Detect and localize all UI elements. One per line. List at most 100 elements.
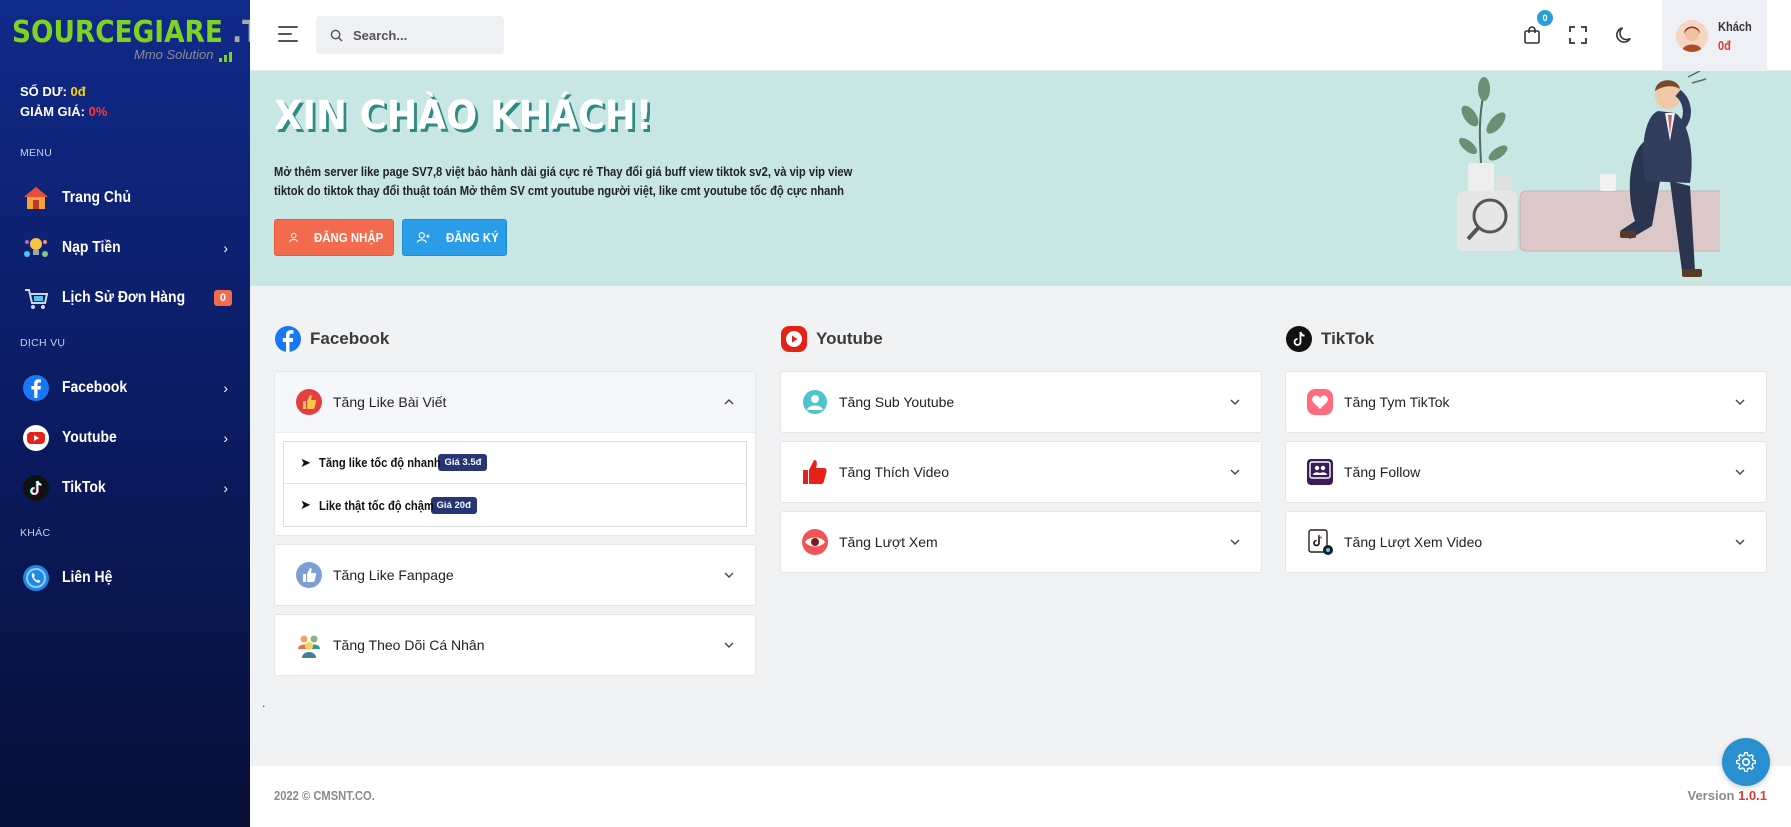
- sidebar-item-contact[interactable]: Liên Hệ: [22, 558, 232, 598]
- user-circle-icon: [801, 388, 829, 416]
- deposit-icon: [22, 234, 50, 262]
- chevron-down-icon: [1735, 469, 1745, 475]
- dark-mode-button[interactable]: [1613, 24, 1635, 46]
- people-group-icon: [295, 631, 323, 659]
- service-card-views: Tăng Lượt Xem: [780, 511, 1262, 573]
- sub-service-label: Like thật tốc độ chậm: [318, 497, 434, 513]
- service-card-tiktok-follow: Tăng Follow: [1285, 441, 1767, 503]
- fullscreen-icon: [1569, 26, 1587, 44]
- welcome-title: XIN CHÀO KHÁCH!: [274, 93, 653, 139]
- chevron-up-icon: [724, 399, 734, 405]
- tiktok-video-icon: [1306, 528, 1334, 556]
- column-title: Youtube: [816, 329, 883, 348]
- tiktok-column: TikTok Tăng Tym TikTok Tăng Follow Tăng …: [1285, 325, 1767, 581]
- service-card-label: Tăng Thích Video: [839, 464, 950, 480]
- balance-value: 0đ: [70, 84, 86, 99]
- sidebar-item-facebook[interactable]: Facebook ›: [22, 368, 232, 408]
- service-card-label: Tăng Lượt Xem: [839, 534, 938, 550]
- discount-label: GIẢM GIÁ:: [20, 104, 85, 119]
- chevron-right-icon: ›: [223, 480, 228, 496]
- chevron-right-icon: ›: [223, 430, 228, 446]
- youtube-column: Youtube Tăng Sub Youtube Tăng Thích Vide…: [780, 325, 1262, 581]
- price-badge: Giá 20đ: [430, 496, 477, 514]
- sub-service-label: Tăng like tốc độ nhanh: [318, 455, 441, 470]
- section-title-services: DỊCH VỤ: [20, 337, 66, 349]
- service-card-header[interactable]: Tăng Theo Dõi Cá Nhân: [275, 615, 755, 675]
- footer: 2022 © CMSNT.CO. Version 1.0.1: [250, 766, 1791, 827]
- chevron-down-icon: [1735, 399, 1745, 405]
- service-card-tiktok-views: Tăng Lượt Xem Video: [1285, 511, 1767, 573]
- service-card-header[interactable]: Tăng Sub Youtube: [781, 372, 1261, 432]
- service-card-label: Tăng Lượt Xem Video: [1344, 534, 1483, 550]
- service-card-post-like: Tăng Like Bài Viết ➤ Tăng like tốc độ nh…: [274, 371, 756, 536]
- sidebar-item-label: TikTok: [62, 479, 106, 496]
- facebook-icon: [22, 374, 50, 402]
- service-card-label: Tăng Like Bài Viết: [333, 394, 447, 410]
- version-text: Version 1.0.1: [1687, 788, 1767, 803]
- site-logo[interactable]: SOURCEGIARE .TK Mmo Solution: [12, 15, 281, 66]
- service-card-header[interactable]: Tăng Lượt Xem: [781, 512, 1261, 572]
- welcome-banner: XIN CHÀO KHÁCH! Mở thêm server like page…: [250, 71, 1791, 286]
- user-icon: [289, 232, 298, 243]
- service-card-header[interactable]: Tăng Like Bài Viết: [275, 372, 755, 432]
- search-input[interactable]: [353, 27, 493, 43]
- chevron-right-icon: ›: [223, 240, 228, 256]
- followers-icon: [1306, 458, 1334, 486]
- top-bar: 0 Khách 0đ: [250, 0, 1791, 71]
- sidebar-item-tiktok[interactable]: TikTok ›: [22, 468, 232, 508]
- facebook-icon: [275, 326, 301, 352]
- cart-button[interactable]: 0: [1521, 10, 1553, 46]
- sidebar-item-label: Youtube: [62, 429, 117, 446]
- service-card-fanpage-like: Tăng Like Fanpage: [274, 544, 756, 606]
- logo-subtitle: Mmo Solution: [134, 47, 214, 62]
- tiktok-icon: [1286, 326, 1312, 352]
- sub-service-item[interactable]: ➤ Tăng like tốc độ nhanh Giá 3.5đ: [284, 442, 746, 484]
- user-menu[interactable]: Khách 0đ: [1662, 0, 1767, 71]
- section-title-other: KHÁC: [20, 527, 51, 539]
- announcement-text: Mở thêm server like page SV7,8 việt bảo …: [274, 164, 853, 198]
- copyright-text: 2022 © CMSNT.CO.: [274, 788, 375, 803]
- service-card-video-like: Tăng Thích Video: [780, 441, 1262, 503]
- contact-icon: [22, 564, 50, 592]
- search-box[interactable]: [316, 16, 504, 54]
- arrow-right-icon: ➤: [300, 497, 311, 512]
- register-button[interactable]: ĐĂNG KÝ: [402, 219, 507, 256]
- heart-icon: [1306, 388, 1334, 416]
- account-summary: SỐ DƯ: 0đ GIẢM GIÁ: 0%: [20, 82, 107, 122]
- order-count-badge: 0: [213, 290, 232, 306]
- sub-service-item[interactable]: ➤ Like thật tốc độ chậm Giá 20đ: [284, 484, 746, 526]
- service-card-tiktok-heart: Tăng Tym TikTok: [1285, 371, 1767, 433]
- service-card-header[interactable]: Tăng Lượt Xem Video: [1286, 512, 1766, 572]
- user-money: 0đ: [1718, 37, 1731, 53]
- service-card-label: Tăng Follow: [1344, 464, 1421, 480]
- service-card-label: Tăng Sub Youtube: [839, 394, 955, 410]
- sidebar: SOURCEGIARE .TK Mmo Solution SỐ DƯ: 0đ G…: [0, 0, 281, 827]
- tiktok-icon: [22, 474, 50, 502]
- arrow-right-icon: ➤: [300, 454, 311, 470]
- price-badge: Giá 3.5đ: [438, 454, 488, 471]
- service-card-header[interactable]: Tăng Tym TikTok: [1286, 372, 1766, 432]
- chevron-down-icon: [724, 642, 734, 648]
- service-card-label: Tăng Like Fanpage: [333, 567, 454, 583]
- service-card-header[interactable]: Tăng Like Fanpage: [275, 545, 755, 605]
- gear-icon: [1736, 752, 1756, 772]
- login-button[interactable]: ĐĂNG NHẬP: [274, 219, 394, 256]
- facebook-column: Facebook Tăng Like Bài Viết ➤ Tăng like …: [274, 325, 756, 684]
- chevron-down-icon: [1735, 539, 1745, 545]
- sidebar-item-order-history[interactable]: Lịch Sử Đơn Hàng 0: [22, 278, 232, 318]
- chevron-down-icon: [724, 572, 734, 578]
- service-card-header[interactable]: Tăng Follow: [1286, 442, 1766, 502]
- fullscreen-button[interactable]: [1567, 24, 1589, 46]
- service-card-subscribe: Tăng Sub Youtube: [780, 371, 1262, 433]
- sub-service-list: ➤ Tăng like tốc độ nhanh Giá 3.5đ ➤ Like…: [283, 441, 747, 527]
- settings-button[interactable]: [1722, 738, 1770, 786]
- menu-toggle-icon[interactable]: [278, 26, 298, 42]
- avatar: [1676, 19, 1708, 52]
- service-card-header[interactable]: Tăng Thích Video: [781, 442, 1261, 502]
- sidebar-item-deposit[interactable]: Nạp Tiền ›: [22, 228, 232, 268]
- sidebar-item-youtube[interactable]: Youtube ›: [22, 418, 232, 458]
- sidebar-item-label: Liên Hệ: [62, 569, 113, 586]
- logo-main-text: SOURCEGIARE: [12, 15, 223, 50]
- sidebar-item-home[interactable]: Trang Chủ: [22, 178, 232, 218]
- balance-label: SỐ DƯ:: [20, 84, 67, 99]
